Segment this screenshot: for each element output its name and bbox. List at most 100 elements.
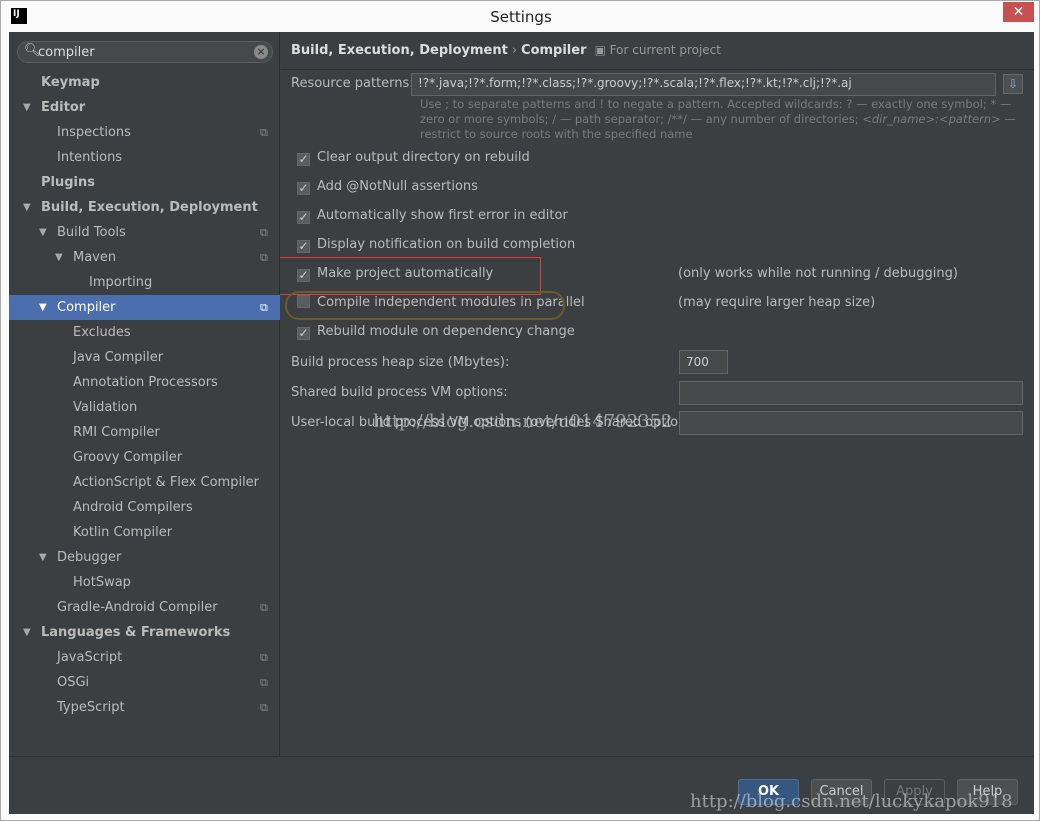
tree-item-intentions[interactable]: Intentions [9,145,280,170]
heap-size-input[interactable]: 700 [679,350,728,374]
option-label: Rebuild module on dependency change [317,324,575,339]
tree-item-osgi[interactable]: OSGi ⧉ [9,670,280,695]
tree-item-label: RMI Compiler [73,425,160,440]
project-scope-icon: ⧉ [260,601,268,614]
tree-item-debugger[interactable]: ▼ Debugger [9,545,280,570]
tree-item-label: Intentions [57,150,123,165]
tree-item-label: Kotlin Compiler [73,525,173,540]
option-checkbox[interactable]: ✓ Clear output directory on rebuild [297,150,530,166]
breadcrumb-current: Compiler [521,43,587,58]
tree-item-languages-frameworks[interactable]: ▼ Languages & Frameworks [9,620,280,645]
resource-patterns-input[interactable]: !?*.java;!?*.form;!?*.class;!?*.groovy;!… [411,73,996,96]
shared-vm-options-input[interactable] [679,381,1023,405]
option-label: Automatically show first error in editor [317,208,568,223]
tree-item-label: Languages & Frameworks [41,625,231,640]
tree-item-label: HotSwap [73,575,131,590]
tree-item-android-compilers[interactable]: Android Compilers [9,495,280,520]
tree-item-annotation-processors[interactable]: Annotation Processors [9,370,280,395]
project-scope-icon: ⧉ [260,126,268,139]
clear-search-icon[interactable]: × [254,45,268,59]
project-scope-icon: ⧉ [260,651,268,664]
option-label: Add @NotNull assertions [317,179,478,194]
tree-item-label: OSGi [57,675,90,690]
tree-item-plugins[interactable]: Plugins [9,170,280,195]
tree-item-excludes[interactable]: Excludes [9,320,280,345]
tree-item-label: Editor [41,100,86,115]
expand-arrow-icon[interactable]: ▼ [23,620,31,645]
tree-item-compiler[interactable]: ▼ Compiler ⧉ [9,295,280,320]
breadcrumb-parent: Build, Execution, Deployment [291,43,508,58]
tree-item-kotlin-compiler[interactable]: Kotlin Compiler [9,520,280,545]
compiler-settings-panel: Build, Execution, Deployment › Compiler ▣ F… [281,32,1034,756]
tree-item-gradle-android-compiler[interactable]: Gradle-Android Compiler ⧉ [9,595,280,620]
option-checkbox[interactable]: ✓ Rebuild module on dependency change [297,324,575,340]
option-checkbox[interactable]: ✓ Add @NotNull assertions [297,179,478,195]
project-scope-icon: ⧉ [260,301,268,314]
expand-arrow-icon[interactable]: ▼ [55,245,63,270]
tree-item-label: Debugger [57,550,122,565]
search-input[interactable] [38,44,248,60]
option-checkbox[interactable]: ✓ Display notification on build completio… [297,237,575,253]
tree-item-inspections[interactable]: Inspections ⧉ [9,120,280,145]
tree-item-maven[interactable]: ▼ Maven ⧉ [9,245,280,270]
expand-arrow-icon[interactable]: ▼ [39,295,47,320]
scope-label: For current project [609,43,721,57]
checkbox-icon[interactable]: ✓ [297,240,310,253]
option-note: (only works while not running / debuggin… [678,266,958,281]
close-button[interactable]: ✕ [1003,2,1034,22]
tree-item-validation[interactable]: Validation [9,395,280,420]
tree-item-label: Build Tools [57,225,126,240]
tree-item-hotswap[interactable]: HotSwap [9,570,280,595]
checkbox-icon[interactable]: ✓ [297,211,310,224]
tree-item-importing[interactable]: Importing [9,270,280,295]
option-note: (may require larger heap size) [678,295,876,310]
tree-item-label: Inspections [57,125,131,140]
option-checkbox[interactable]: ✓ Automatically show first error in edito… [297,208,568,224]
project-scope-icon: ▣ [594,43,606,57]
watermark-bottom: http://blog.csdn.net/luckykapok918 [690,791,1013,812]
settings-sidebar: 🔍︎ × Keymap ▼ Editor Inspections ⧉ Intentions… [9,32,280,756]
checkbox-icon[interactable]: ✓ [297,182,310,195]
panel-header: Build, Execution, Deployment › Compiler ▣ F… [281,32,1034,70]
tree-item-typescript[interactable]: TypeScript ⧉ [9,695,280,720]
tree-item-label: Java Compiler [73,350,164,365]
tree-item-label: Plugins [41,175,95,190]
tree-item-javascript[interactable]: JavaScript ⧉ [9,645,280,670]
tree-item-label: Compiler [57,300,116,315]
watermark-mid: http://blog.csdn.net/u014792352 [373,411,673,432]
resource-patterns-label: Resource patterns: [291,76,414,91]
breadcrumb-separator: › [511,43,518,58]
resource-patterns-hint: Use ; to separate patterns and ! to nega… [420,97,1016,141]
expand-arrow-icon[interactable]: ▼ [39,220,47,245]
tree-item-label: Gradle-Android Compiler [57,600,218,615]
option-label: Display notification on build completion [317,237,576,252]
search-box[interactable]: 🔍︎ × [17,41,273,63]
tree-item-label: Maven [73,250,117,265]
tree-item-editor[interactable]: ▼ Editor [9,95,280,120]
title-bar: IJ Settings ✕ [1,1,1040,32]
tree-item-label: JavaScript [57,650,123,665]
window-title: Settings [490,8,552,26]
tree-item-rmi-compiler[interactable]: RMI Compiler [9,420,280,445]
tree-item-build-execution-deployment[interactable]: ▼ Build, Execution, Deployment [9,195,280,220]
tree-item-build-tools[interactable]: ▼ Build Tools ⧉ [9,220,280,245]
tree-item-label: TypeScript [57,700,125,715]
user-vm-options-input[interactable] [679,411,1023,435]
checkbox-icon[interactable]: ✓ [297,153,310,166]
tree-item-keymap[interactable]: Keymap [9,70,280,95]
expand-arrow-icon[interactable]: ▼ [39,545,47,570]
tree-item-label: Annotation Processors [73,375,218,390]
project-scope-icon: ⧉ [260,251,268,264]
tree-item-label: ActionScript & Flex Compiler [73,475,260,490]
tree-item-label: Validation [73,400,138,415]
tree-item-actionscript-flex-compiler[interactable]: ActionScript & Flex Compiler [9,470,280,495]
checkbox-icon[interactable]: ✓ [297,327,310,340]
tree-item-label: Build, Execution, Deployment [41,200,258,215]
tree-item-java-compiler[interactable]: Java Compiler [9,345,280,370]
expand-patterns-button[interactable]: ⇩ [1003,74,1023,94]
tree-item-label: Android Compilers [73,500,193,515]
breadcrumb: Build, Execution, Deployment › Compiler ▣ F… [291,43,721,58]
expand-arrow-icon[interactable]: ▼ [23,95,31,120]
tree-item-groovy-compiler[interactable]: Groovy Compiler [9,445,280,470]
expand-arrow-icon[interactable]: ▼ [23,195,31,220]
